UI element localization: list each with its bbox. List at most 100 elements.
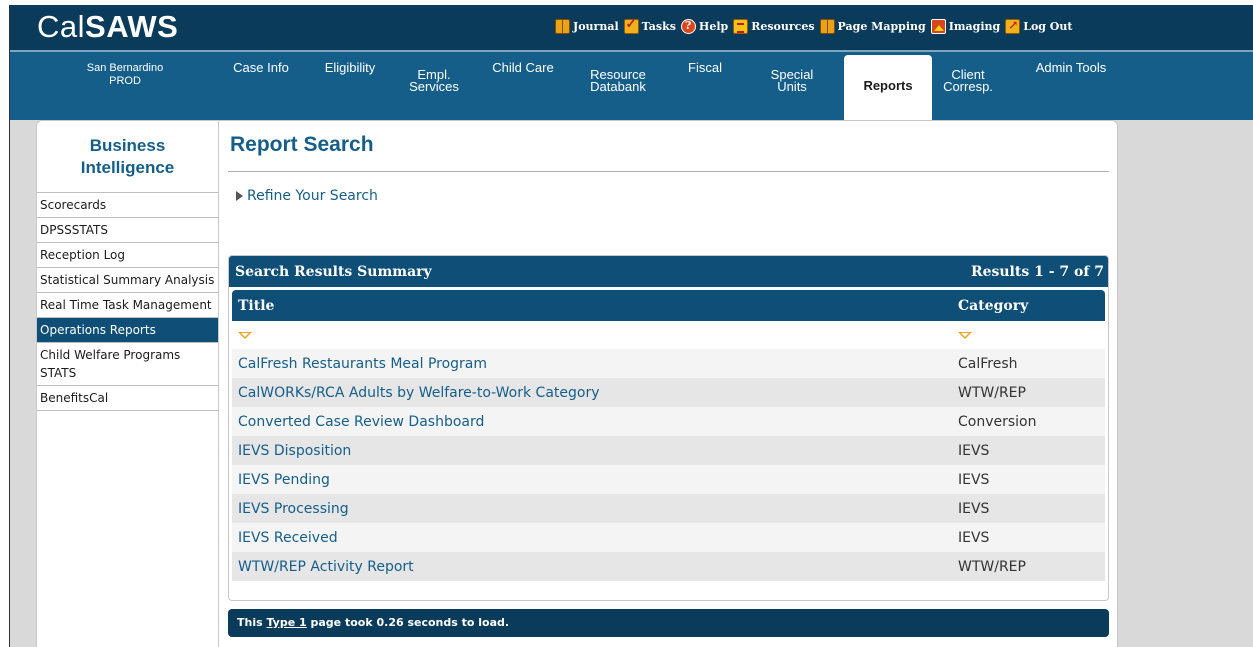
report-category: IEVS: [958, 500, 990, 517]
tab-label: Case Info: [233, 60, 289, 75]
sidebar-item-operations-reports[interactable]: Operations Reports: [37, 318, 218, 343]
main-area: Report Search Refine Your Search Search …: [219, 121, 1119, 647]
page-title: Report Search: [230, 133, 374, 156]
sidebar-item-statistical-summary-analysis[interactable]: Statistical Summary Analysis: [37, 268, 218, 293]
tab-reports[interactable]: Reports: [844, 55, 932, 123]
county-environment: San Bernardino PROD: [50, 62, 200, 88]
tab-fiscal[interactable]: Fiscal: [683, 60, 727, 75]
table-row: IEVS Received IEVS: [232, 523, 1105, 552]
report-category: IEVS: [958, 471, 990, 488]
journal-link[interactable]: Journal: [555, 19, 619, 34]
table-row: IEVS Processing IEVS: [232, 494, 1105, 523]
help-label: Help: [698, 20, 729, 33]
tab-label: Reports: [863, 78, 913, 93]
table-row: Converted Case Review Dashboard Conversio…: [232, 407, 1105, 436]
report-title-link[interactable]: CalFresh Restaurants Meal Program: [232, 356, 953, 372]
sidebar-title-line1: Business: [89, 136, 166, 155]
help-icon: [680, 19, 696, 34]
tab-child-care[interactable]: Child Care: [489, 60, 557, 75]
sort-title-icon[interactable]: [238, 332, 252, 339]
report-title-link[interactable]: IEVS Processing: [232, 501, 953, 517]
sidebar-item-child-welfare-programs-stats[interactable]: Child Welfare Programs STATS: [37, 343, 218, 386]
results-count: Results 1 - 7 of 7: [970, 263, 1104, 280]
footer-text-post: page took 0.26 seconds to load.: [306, 616, 510, 629]
county-name: San Bernardino: [86, 62, 164, 74]
page-mapping-label: Page Mapping: [837, 20, 926, 33]
help-link[interactable]: Help: [680, 19, 729, 34]
journal-label: Journal: [573, 20, 619, 33]
sidebar-item-dpssstats[interactable]: DPSSSTATS: [37, 218, 218, 243]
report-category: WTW/REP: [958, 558, 1026, 575]
column-header-category[interactable]: Category: [953, 298, 1105, 314]
report-title-link[interactable]: Converted Case Review Dashboard: [232, 414, 953, 430]
tab-label: Eligibility: [324, 60, 376, 75]
tab-case-info[interactable]: Case Info: [231, 60, 291, 75]
report-title-link[interactable]: IEVS Received: [232, 530, 953, 546]
sidebar: Business Intelligence Scorecards DPSSSTA…: [37, 121, 219, 647]
tab-label: Child Care: [492, 60, 554, 75]
journal-icon: [555, 19, 570, 34]
report-category: IEVS: [958, 442, 990, 459]
report-title-link[interactable]: CalWORKs/RCA Adults by Welfare-to-Work C…: [232, 385, 953, 401]
sort-row: [232, 321, 1105, 349]
sidebar-item-benefitscal[interactable]: BenefitsCal: [37, 386, 218, 411]
page-mapping-icon: [819, 19, 835, 34]
tab-client-corresp[interactable]: Client Corresp.: [938, 68, 998, 94]
resources-link[interactable]: Resources: [733, 19, 815, 34]
table-row: IEVS Disposition IEVS: [232, 436, 1105, 465]
resources-icon: [733, 19, 749, 34]
tab-label-line2: Services: [409, 79, 459, 94]
report-category: WTW/REP: [958, 384, 1026, 401]
refine-search-label: Refine Your Search: [247, 188, 378, 204]
tasks-link[interactable]: Tasks: [623, 17, 676, 34]
imaging-label: Imaging: [948, 20, 1001, 33]
tab-label: Admin Tools: [1035, 60, 1107, 75]
resources-label: Resources: [751, 20, 815, 33]
sidebar-title-line2: Intelligence: [80, 158, 175, 177]
tab-special-units[interactable]: Special Units: [770, 68, 814, 93]
report-category: Conversion: [958, 413, 1037, 430]
sidebar-item-label: Statistical Summary Analysis: [40, 273, 215, 287]
sidebar-item-reception-log[interactable]: Reception Log: [37, 243, 218, 268]
report-title-link[interactable]: IEVS Disposition: [232, 443, 953, 459]
sidebar-item-label: Operations Reports: [40, 323, 156, 337]
calsaws-logo[interactable]: CalSAWS: [37, 8, 178, 46]
log-out-link[interactable]: Log Out: [1005, 18, 1073, 34]
sidebar-title: Business Intelligence: [37, 121, 218, 193]
table-body: CalFresh Restaurants Meal Program CalFres…: [232, 349, 1105, 581]
table-row: IEVS Pending IEVS: [232, 465, 1105, 494]
table-row: CalFresh Restaurants Meal Program CalFres…: [232, 349, 1105, 378]
column-header-title[interactable]: Title: [232, 298, 953, 314]
imaging-link[interactable]: Imaging: [930, 19, 1001, 34]
tab-label: Fiscal: [688, 60, 722, 75]
report-title-link[interactable]: WTW/REP Activity Report: [232, 559, 953, 575]
tab-admin-tools[interactable]: Admin Tools: [1030, 60, 1112, 75]
logo-prefix: Cal: [37, 9, 86, 44]
report-category: IEVS: [958, 529, 990, 546]
type-1-link[interactable]: Type 1: [266, 616, 306, 629]
tab-label-line2: Corresp.: [943, 79, 993, 94]
main-nav-bar: San Bernardino PROD Case Info Eligibilit…: [10, 50, 1253, 123]
tab-eligibility[interactable]: Eligibility: [316, 60, 384, 75]
sort-category-icon[interactable]: [958, 332, 972, 339]
log-out-label: Log Out: [1023, 20, 1073, 33]
expand-triangle-icon: [236, 191, 243, 201]
report-title-link[interactable]: IEVS Pending: [232, 472, 953, 488]
title-divider: [228, 171, 1109, 172]
environment-name: PROD: [109, 75, 141, 87]
sidebar-item-label: Child Welfare Programs STATS: [40, 348, 181, 380]
tab-empl-services[interactable]: Empl. Services: [408, 68, 460, 94]
sidebar-item-real-time-task-management[interactable]: Real Time Task Management: [37, 293, 218, 318]
tasks-icon: [623, 17, 639, 34]
imaging-icon: [930, 19, 946, 34]
sidebar-item-label: DPSSSTATS: [40, 223, 108, 237]
tab-resource-databank[interactable]: Resource Databank: [586, 68, 650, 94]
footer-text-pre: This: [237, 616, 267, 629]
logo-suffix: SAWS: [85, 9, 179, 44]
page-mapping-link[interactable]: Page Mapping: [819, 19, 926, 34]
results-summary-header: Search Results Summary Results 1 - 7 of …: [229, 256, 1108, 287]
sidebar-item-scorecards[interactable]: Scorecards: [37, 193, 218, 218]
refine-search-toggle[interactable]: Refine Your Search: [236, 188, 378, 204]
search-results-panel: Search Results Summary Results 1 - 7 of …: [228, 255, 1109, 601]
tab-label-line2: Databank: [590, 79, 646, 94]
